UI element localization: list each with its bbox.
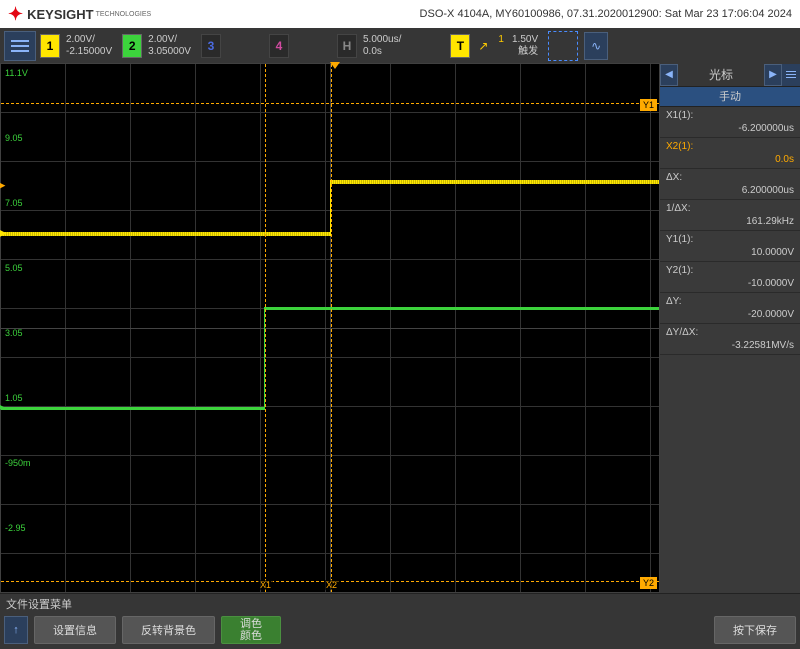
footer-toolbar: ↑ 设置信息 反转背景色 调色 颜色 按下保存 bbox=[0, 611, 800, 649]
ch1-trace-high bbox=[330, 180, 659, 184]
invert-bg-button[interactable]: 反转背景色 bbox=[122, 616, 215, 644]
trigger-edge-icon: ↗ bbox=[478, 39, 488, 53]
measure-x2: X2(1): 0.0s bbox=[660, 138, 800, 169]
cursor-y1-tag: Y1 bbox=[640, 99, 657, 111]
measure-x1: X1(1): -6.200000us bbox=[660, 107, 800, 138]
trigger-level-marker: T▶ bbox=[0, 180, 5, 191]
measure-y2: Y2(1): -10.0000V bbox=[660, 262, 800, 293]
channel-4-box[interactable]: 4 bbox=[269, 34, 289, 58]
measure-freq: 1/ΔX: 161.29kHz bbox=[660, 200, 800, 231]
channel-2-info: 2.00V/ 3.05000V bbox=[148, 34, 191, 58]
trigger-box[interactable]: T bbox=[450, 34, 470, 58]
h-pos: 0.0s bbox=[363, 46, 401, 58]
ch1-scale: 2.00V/ bbox=[66, 34, 112, 46]
cursor-x2-line[interactable] bbox=[331, 64, 332, 592]
ch1-ground-marker: 1▶ bbox=[0, 228, 6, 239]
cursor-y1-line[interactable] bbox=[1, 103, 659, 104]
sidebar-next-button[interactable]: ▶ bbox=[764, 64, 782, 86]
grid-center-horizontal bbox=[1, 328, 659, 329]
cursor-mode[interactable]: 手动 bbox=[660, 87, 800, 107]
status-bar: 文件设置菜单 bbox=[0, 593, 800, 611]
h-scale: 5.000us/ bbox=[363, 34, 401, 46]
brand-name: KEYSIGHT bbox=[27, 7, 93, 22]
channel-3-box[interactable]: 3 bbox=[201, 34, 221, 58]
selection-tool[interactable] bbox=[548, 31, 578, 61]
trigger-level: 1.50V bbox=[512, 34, 538, 46]
y-axis-labels: 11.1V 9.05 7.05 5.05 3.05 1.05 -950m -2.… bbox=[5, 64, 31, 592]
measure-dydx: ΔY/ΔX: -3.22581MV/s bbox=[660, 324, 800, 355]
ch1-trace-low bbox=[1, 232, 330, 236]
main-menu-button[interactable] bbox=[4, 31, 36, 61]
ch2-offset: 3.05000V bbox=[148, 46, 191, 58]
cursor-sidebar: ◀ 光标 ▶ 手动 X1(1): -6.200000us X2(1): 0.0s… bbox=[660, 63, 800, 593]
horizontal-info: 5.000us/ 0.0s bbox=[363, 34, 401, 58]
ch2-trace-low bbox=[1, 407, 264, 410]
waveform-button[interactable]: ∿ bbox=[584, 32, 608, 60]
channel-1-box[interactable]: 1 bbox=[40, 34, 60, 58]
horizontal-box[interactable]: H bbox=[337, 34, 357, 58]
footer-up-button[interactable]: ↑ bbox=[4, 616, 28, 644]
main-area: 11.1V 9.05 7.05 5.05 3.05 1.05 -950m -2.… bbox=[0, 63, 800, 593]
logo: ✦ KEYSIGHT TECHNOLOGIES bbox=[8, 4, 151, 25]
ch2-scale: 2.00V/ bbox=[148, 34, 191, 46]
save-button[interactable]: 按下保存 bbox=[714, 616, 796, 644]
measure-dx: ΔX: 6.200000us bbox=[660, 169, 800, 200]
measure-y1: Y1(1): 10.0000V bbox=[660, 231, 800, 262]
color-button[interactable]: 调色 颜色 bbox=[221, 616, 281, 644]
ch2-ground-marker: 2▶ bbox=[0, 402, 4, 413]
brand-sub: TECHNOLOGIES bbox=[96, 11, 152, 18]
trigger-ch: 1 bbox=[498, 34, 504, 46]
channel-1-info: 2.00V/ -2.15000V bbox=[66, 34, 112, 58]
header-bar: ✦ KEYSIGHT TECHNOLOGIES DSO-X 4104A, MY6… bbox=[0, 0, 800, 28]
sidebar-prev-button[interactable]: ◀ bbox=[660, 64, 678, 86]
trigger-status: 触发 bbox=[498, 46, 538, 58]
cursor-y2-tag: Y2 bbox=[640, 577, 657, 589]
waveform-grid[interactable]: 11.1V 9.05 7.05 5.05 3.05 1.05 -950m -2.… bbox=[0, 63, 660, 593]
sidebar-menu-button[interactable] bbox=[782, 64, 800, 86]
sidebar-header: ◀ 光标 ▶ bbox=[660, 63, 800, 87]
measure-dy: ΔY: -20.0000V bbox=[660, 293, 800, 324]
cursor-x1-line[interactable] bbox=[265, 64, 266, 592]
keysight-logo-icon: ✦ bbox=[8, 4, 23, 25]
ch2-trace-high bbox=[264, 307, 659, 310]
toolbar: 1 2.00V/ -2.15000V 2 2.00V/ 3.05000V 3 4… bbox=[0, 28, 800, 63]
settings-info-button[interactable]: 设置信息 bbox=[34, 616, 116, 644]
trigger-info: 1 1.50V 触发 bbox=[498, 34, 538, 58]
ch1-offset: -2.15000V bbox=[66, 46, 112, 58]
sidebar-title: 光标 bbox=[678, 66, 764, 83]
channel-2-box[interactable]: 2 bbox=[122, 34, 142, 58]
model-info: DSO-X 4104A, MY60100986, 07.31.202001290… bbox=[420, 8, 792, 20]
cursor-x2-label: X2 bbox=[324, 580, 339, 590]
cursor-x1-label: X1 bbox=[258, 580, 273, 590]
